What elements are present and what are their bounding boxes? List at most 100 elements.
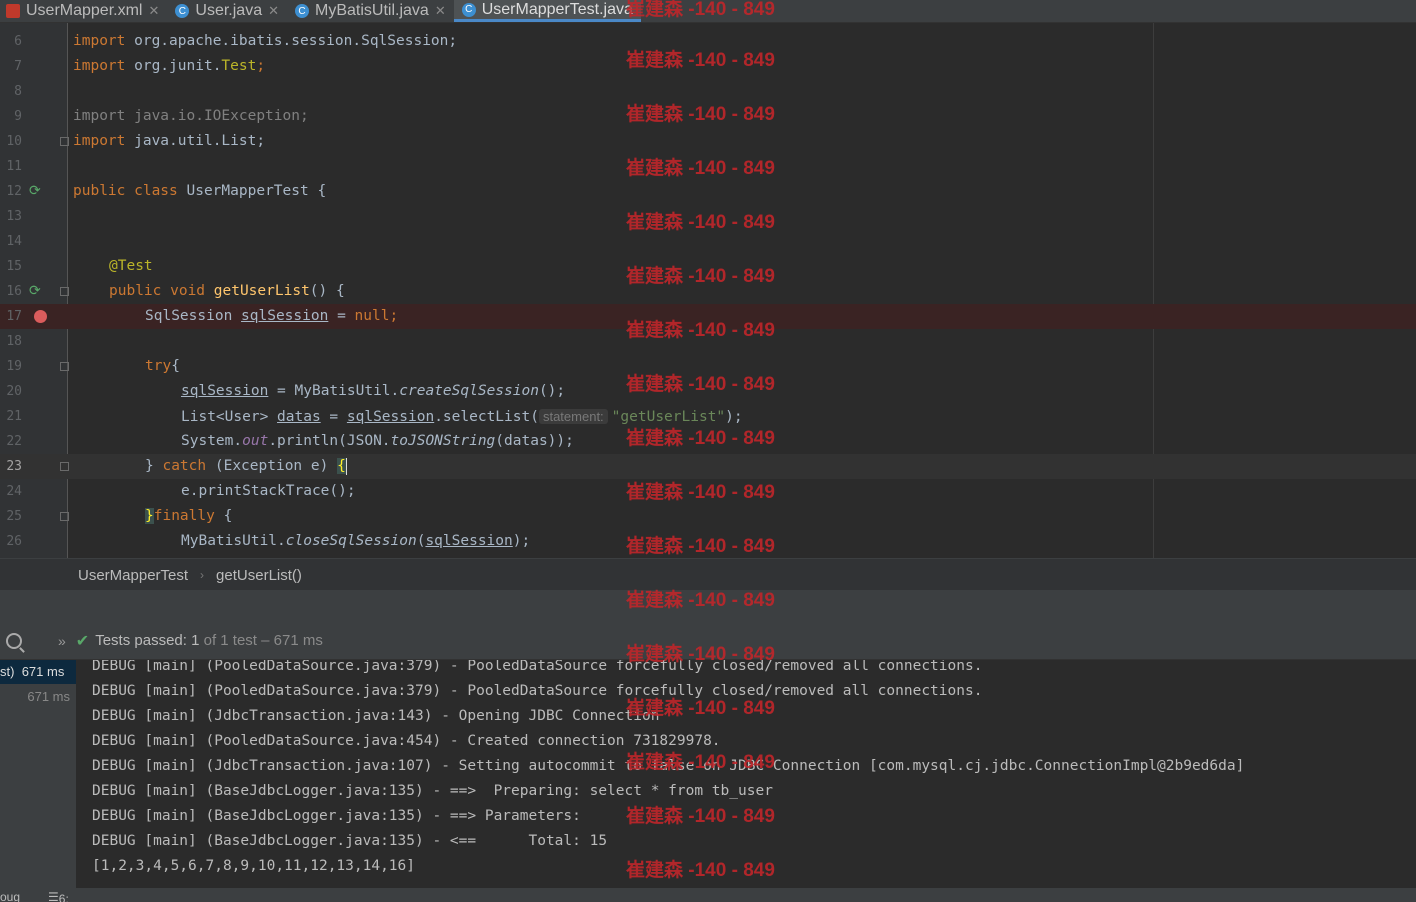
code-text[interactable]: sqlSession = MyBatisUtil.createSqlSessio… — [181, 379, 565, 404]
code-line: 18 — [0, 329, 1416, 354]
class-icon: C — [461, 2, 476, 17]
code-text[interactable]: } catch (Exception e) { — [145, 454, 347, 479]
line-number: 12 — [6, 184, 22, 199]
tab-usermapper-xml[interactable]: UserMapper.xml ✕ — [0, 0, 167, 22]
test-tree-item[interactable]: st) 671 ms — [0, 660, 76, 684]
tab-label: UserMapperTest.java — [481, 0, 633, 18]
line-number: 19 — [6, 359, 22, 374]
console-line: DEBUG [main] (PooledDataSource.java:379)… — [92, 660, 983, 674]
code-text[interactable]: e.printStackTrace(); — [181, 479, 356, 504]
line-number: 14 — [6, 234, 22, 249]
run-toolbar: » ✔ Tests passed: 1 of 1 test – 671 ms — [0, 622, 1416, 660]
code-text-annotation[interactable]: @Test — [109, 254, 153, 279]
code-text[interactable]: import java.util.List; — [73, 129, 265, 154]
tab-usermappertest-java[interactable]: C UserMapperTest.java — [453, 0, 641, 22]
code-text-unused-import[interactable]: import java.io.IOException; — [73, 104, 309, 129]
breadcrumb-class[interactable]: UserMapperTest — [78, 567, 188, 584]
line-number: 20 — [6, 384, 22, 399]
console-line: DEBUG [main] (BaseJdbcLogger.java:135) -… — [92, 783, 773, 799]
chevron-double-right-icon[interactable]: » — [58, 633, 66, 649]
line-number: 25 — [6, 509, 22, 524]
line-number: 6 — [14, 34, 22, 49]
code-line: 16 ⟳ public void getUserList() { — [0, 279, 1416, 304]
code-line: 10 import java.util.List; — [0, 129, 1416, 154]
parameter-hint: statement: — [538, 409, 608, 424]
line-number: 10 — [6, 134, 22, 149]
code-text[interactable]: SqlSession sqlSession = null; — [145, 304, 398, 329]
line-number: 21 — [6, 409, 22, 424]
todo-tool-button[interactable]: ☰ 6: TODO — [48, 890, 69, 902]
code-line: 13 — [0, 204, 1416, 229]
fold-icon[interactable] — [60, 362, 69, 371]
code-line-current: 23 } catch (Exception e) { — [0, 454, 1416, 479]
breadcrumb-method[interactable]: getUserList() — [216, 567, 302, 584]
console-line: [1,2,3,4,5,6,7,8,9,10,11,12,13,14,16] — [92, 858, 416, 874]
panel-splitter[interactable] — [0, 590, 1416, 622]
tab-label: MyBatisUtil.java — [315, 2, 429, 19]
console-line: DEBUG [main] (BaseJdbcLogger.java:135) -… — [92, 808, 590, 824]
line-number: 8 — [14, 84, 22, 99]
code-text[interactable]: MyBatisUtil.closeSqlSession(sqlSession); — [181, 529, 530, 554]
close-icon[interactable]: ✕ — [148, 3, 159, 19]
tab-label: User.java — [195, 2, 263, 19]
code-text[interactable]: import org.apache.ibatis.session.SqlSess… — [73, 29, 457, 54]
tab-user-java[interactable]: C User.java ✕ — [167, 0, 287, 22]
test-results-tree: st) 671 ms 671 ms — [0, 660, 76, 888]
code-line: 15 @Test — [0, 254, 1416, 279]
line-number: 23 — [6, 459, 22, 474]
test-tree-item[interactable]: 671 ms — [0, 685, 76, 709]
editor-tab-bar: UserMapper.xml ✕ C User.java ✕ C MyBatis… — [0, 0, 1416, 23]
breadcrumb: UserMapperTest › getUserList() — [0, 558, 1416, 591]
fold-icon[interactable] — [60, 512, 69, 521]
check-icon: ✔ — [75, 632, 90, 650]
close-icon[interactable]: ✕ — [268, 3, 279, 19]
line-number: 18 — [6, 334, 22, 349]
fold-icon[interactable] — [60, 137, 69, 146]
run-test-icon[interactable]: ⟳ — [29, 283, 45, 299]
xml-file-icon — [6, 4, 20, 18]
run-test-icon[interactable]: ⟳ — [29, 183, 45, 199]
code-text[interactable]: import org.junit.Test; — [73, 54, 265, 79]
tool-window-bar: oug ☰ 6: TODO — [0, 888, 1416, 902]
line-number: 17 — [6, 309, 22, 324]
code-line: 22 System.out.println(JSON.toJSONString(… — [0, 429, 1416, 454]
line-number: 24 — [6, 484, 22, 499]
code-text[interactable]: }finally { — [145, 504, 232, 529]
code-line: 26 MyBatisUtil.closeSqlSession(sqlSessio… — [0, 529, 1416, 554]
search-icon[interactable] — [6, 632, 22, 649]
fold-icon[interactable] — [60, 287, 69, 296]
code-text[interactable]: public void getUserList() { — [109, 279, 345, 304]
debug-tool-button[interactable]: oug — [0, 890, 20, 902]
line-number: 11 — [6, 159, 22, 174]
code-line: 20 sqlSession = MyBatisUtil.createSqlSes… — [0, 379, 1416, 404]
console-line: DEBUG [main] (JdbcTransaction.java:107) … — [92, 758, 1245, 774]
code-text[interactable]: List<User> datas = sqlSession.selectList… — [181, 404, 743, 430]
close-icon[interactable]: ✕ — [435, 3, 446, 19]
code-text[interactable]: public class UserMapperTest { — [73, 179, 326, 204]
code-line: 8 — [0, 79, 1416, 104]
code-line: 19 try{ — [0, 354, 1416, 379]
line-number: 9 — [14, 109, 22, 124]
line-number: 13 — [6, 209, 22, 224]
code-line: 25 }finally { — [0, 504, 1416, 529]
code-line: 21 List<User> datas = sqlSession.selectL… — [0, 404, 1416, 429]
code-line: 12 ⟳ public class UserMapperTest { — [0, 179, 1416, 204]
code-text[interactable]: try{ — [145, 354, 180, 379]
chevron-right-icon: › — [200, 568, 205, 582]
code-line: 14 — [0, 229, 1416, 254]
console-line: DEBUG [main] (JdbcTransaction.java:143) … — [92, 708, 660, 724]
code-line: 7 import org.junit.Test; — [0, 54, 1416, 79]
fold-icon[interactable] — [60, 462, 69, 471]
tab-mybatisutil-java[interactable]: C MyBatisUtil.java ✕ — [287, 0, 454, 22]
class-icon: C — [175, 4, 190, 18]
console-line: DEBUG [main] (PooledDataSource.java:379)… — [92, 683, 983, 699]
code-line-breakpoint: 17 SqlSession sqlSession = null; — [0, 304, 1416, 329]
code-text[interactable]: System.out.println(JSON.toJSONString(dat… — [181, 429, 574, 454]
console-output[interactable]: DEBUG [main] (PooledDataSource.java:379)… — [76, 660, 1416, 888]
line-number: 15 — [6, 259, 22, 274]
console-line: DEBUG [main] (PooledDataSource.java:454)… — [92, 733, 721, 749]
breakpoint-icon[interactable] — [34, 310, 47, 323]
code-line: 9 import java.io.IOException; — [0, 104, 1416, 129]
line-number: 7 — [14, 59, 22, 74]
code-editor[interactable]: 6 import org.apache.ibatis.session.SqlSe… — [0, 23, 1416, 558]
